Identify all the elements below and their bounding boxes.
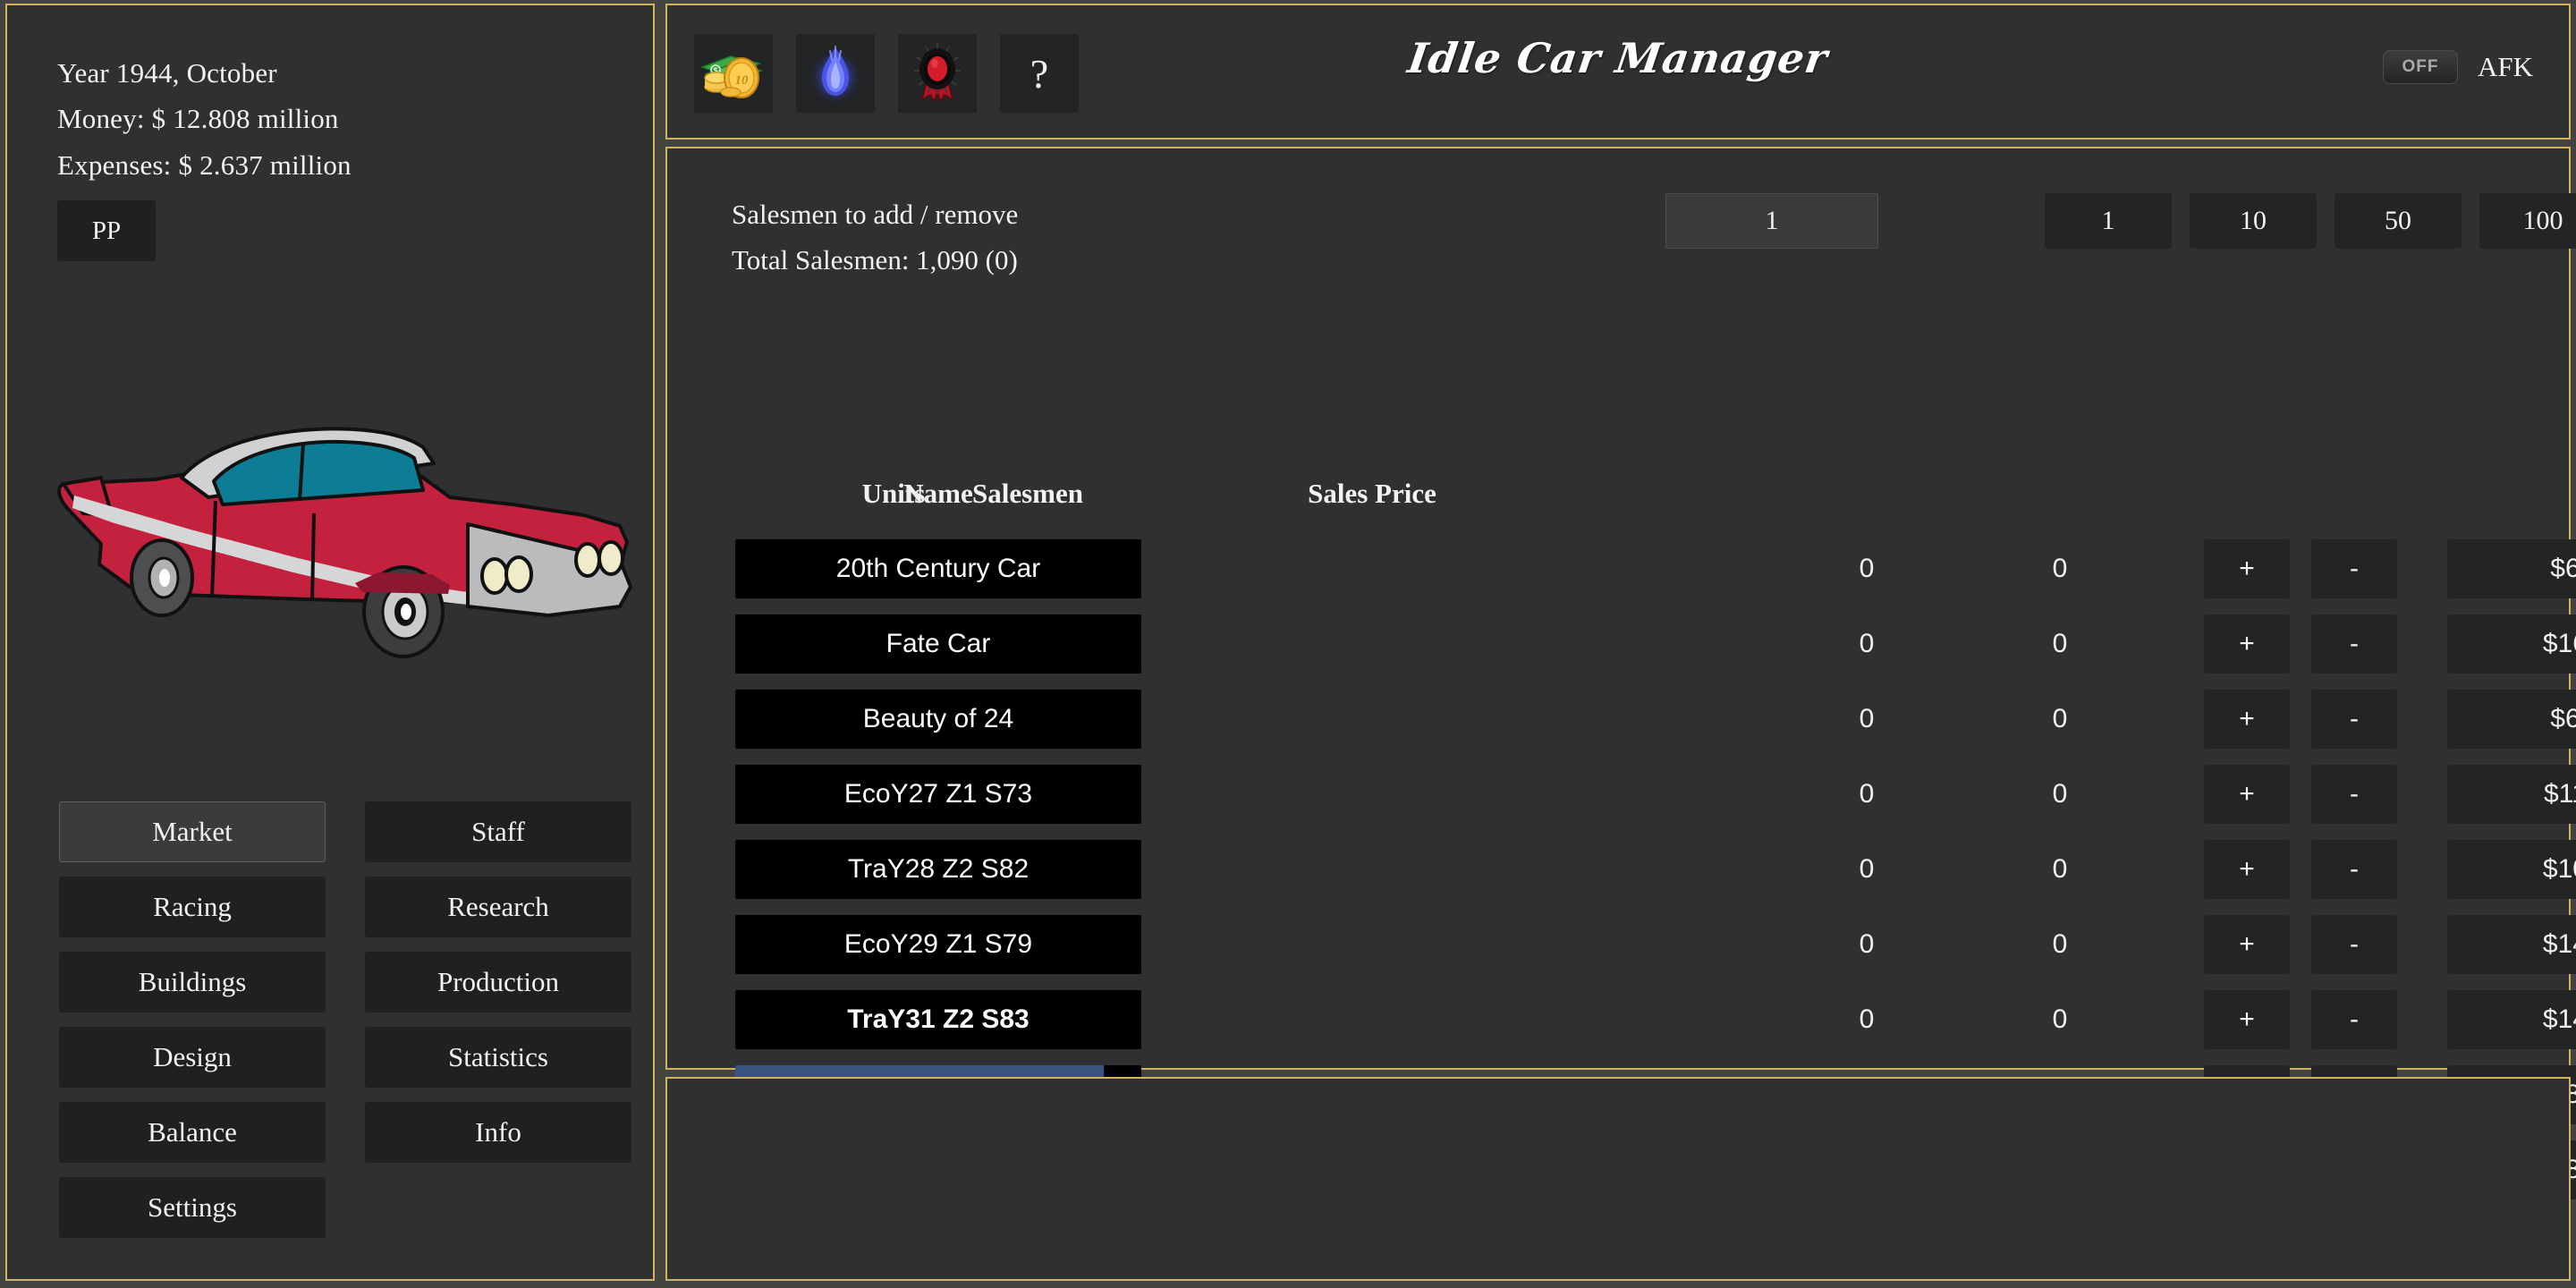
salesmen-value: 0 [2052, 554, 2068, 583]
sales-price-button[interactable]: $16,310.19 [2447, 614, 2576, 674]
model-name-label: EcoY27 Z1 S73 [843, 779, 1033, 809]
model-name-button[interactable]: EcoY29 Z1 S79 [735, 915, 1141, 974]
salesmen-add-remove-label: Salesmen to add / remove [732, 199, 1019, 230]
table-row: 20th Century Car00+-$6,000.00AdsInfo [667, 531, 2576, 606]
quick-amount-1[interactable]: 1 [2045, 193, 2172, 249]
header-bar: $ 10 ? Idle Car Manager OFF AFK [665, 4, 2571, 140]
units-value: 0 [1859, 929, 1875, 959]
afk-toggle[interactable]: OFF [2382, 50, 2458, 84]
status-block: Year 1944, October Money: $ 12.808 milli… [7, 5, 653, 188]
add-salesmen-button[interactable]: + [2204, 765, 2290, 824]
remove-salesmen-button[interactable]: - [2311, 915, 2397, 974]
units-value: 0 [1859, 704, 1875, 733]
remove-salesmen-button[interactable]: - [2311, 765, 2397, 824]
table-header-row: Name Units Salesmen Sales Price [667, 478, 2569, 519]
add-salesmen-button[interactable]: + [2204, 840, 2290, 899]
sales-price-button[interactable]: $6,000.00 [2447, 539, 2576, 598]
model-name-button[interactable]: Beauty of 24 [735, 690, 1141, 749]
sales-price-button[interactable]: $6,330.49 [2447, 690, 2576, 749]
afk-label: AFK [2477, 51, 2533, 82]
afk-control-group: OFF AFK [2382, 50, 2533, 84]
page-title: Idle Car Manager [1404, 34, 1832, 82]
remove-salesmen-button[interactable]: - [2311, 539, 2397, 598]
model-name-label: Beauty of 24 [862, 704, 1014, 733]
add-salesmen-button[interactable]: + [2204, 915, 2290, 974]
salesmen-value: 0 [2052, 629, 2068, 658]
table-row: EcoY29 Z1 S7900+-$14,744.80AdsInfo [667, 907, 2576, 982]
menu-item-market[interactable]: Market [59, 801, 326, 862]
model-name-label: EcoY29 Z1 S79 [843, 929, 1033, 959]
model-name-button[interactable]: 20th Century Car [735, 539, 1141, 598]
column-header-salesmen: Salesmen [972, 478, 1083, 509]
sales-price-button[interactable]: $10,441.48 [2447, 840, 2576, 899]
model-name-label: Fate Car [886, 629, 991, 658]
menu-item-settings[interactable]: Settings [59, 1177, 326, 1238]
quick-amount-10[interactable]: 10 [2190, 193, 2317, 249]
quick-amount-100[interactable]: 100 [2479, 193, 2576, 249]
salesmen-value: 0 [2052, 779, 2068, 809]
menu-item-design[interactable]: Design [59, 1027, 326, 1088]
table-row: TraY28 Z2 S8200+-$10,441.48AdsInfo [667, 832, 2576, 907]
sales-price-button[interactable]: $14,744.80 [2447, 915, 2576, 974]
model-name-button[interactable]: EcoY27 Z1 S73 [735, 765, 1141, 824]
add-salesmen-button[interactable]: + [2204, 690, 2290, 749]
add-salesmen-button[interactable]: + [2204, 990, 2290, 1049]
units-value: 0 [1859, 854, 1875, 884]
menu-item-research[interactable]: Research [365, 877, 631, 937]
sales-price-button[interactable]: $14,507.41 [2447, 990, 2576, 1049]
units-value: 0 [1859, 1004, 1875, 1034]
menu-item-info[interactable]: Info [365, 1102, 631, 1163]
remove-salesmen-button[interactable]: - [2311, 690, 2397, 749]
market-panel: Salesmen to add / remove Total Salesmen:… [665, 147, 2576, 1199]
menu-item-statistics[interactable]: Statistics [365, 1027, 631, 1088]
left-sidebar-panel: Year 1944, October Money: $ 12.808 milli… [5, 4, 655, 1281]
table-row: EcoY27 Z1 S7300+-$11,290.00AdsInfo [667, 757, 2576, 832]
table-row: Fate Car00+-$16,310.19AdsInfo [667, 606, 2576, 682]
menu-item-staff[interactable]: Staff [365, 801, 631, 862]
menu-item-racing[interactable]: Racing [59, 877, 326, 937]
game-window: Year 1944, October Money: $ 12.808 milli… [0, 0, 2576, 1288]
salesmen-controls-labels: Salesmen to add / remove Total Salesmen:… [732, 191, 1018, 284]
total-salesmen-label: Total Salesmen: 1,090 (0) [732, 244, 1018, 276]
table-row: Beauty of 2400+-$6,330.49AdsInfo [667, 682, 2576, 757]
remove-salesmen-button[interactable]: - [2311, 990, 2397, 1049]
bottom-log-panel [665, 1077, 2571, 1281]
pp-button[interactable]: PP [57, 200, 156, 261]
salesmen-amount-input[interactable] [1665, 193, 1878, 249]
menu-item-balance[interactable]: Balance [59, 1102, 326, 1163]
model-name-label: 20th Century Car [835, 554, 1041, 583]
units-value: 0 [1859, 779, 1875, 809]
model-name-label: TraY28 Z2 S82 [847, 854, 1030, 884]
menu-item-buildings[interactable]: Buildings [59, 952, 326, 1013]
quick-amount-buttons: 1 10 50 100 500 MAX [2045, 193, 2576, 249]
model-name-button[interactable]: TraY31 Z2 S83 [735, 990, 1141, 1049]
model-name-label: TraY31 Z2 S83 [847, 1004, 1030, 1034]
column-header-price: Sales Price [1308, 478, 1436, 509]
table-row: TraY31 Z2 S8300+-$14,507.41AdsInfo [667, 982, 2576, 1057]
units-value: 0 [1859, 629, 1875, 658]
sales-price-button[interactable]: $11,290.00 [2447, 765, 2576, 824]
salesmen-value: 0 [2052, 1004, 2068, 1034]
menu-item-production[interactable]: Production [365, 952, 631, 1013]
main-menu: Market Staff Racing Research Buildings P… [59, 801, 631, 1238]
salesmen-value: 0 [2052, 929, 2068, 959]
quick-amount-50[interactable]: 50 [2334, 193, 2462, 249]
salesmen-value: 0 [2052, 704, 2068, 733]
remove-salesmen-button[interactable]: - [2311, 614, 2397, 674]
add-salesmen-button[interactable]: + [2204, 614, 2290, 674]
expenses-line: Expenses: $ 2.637 million [57, 148, 352, 181]
model-name-button[interactable]: Fate Car [735, 614, 1141, 674]
add-salesmen-button[interactable]: + [2204, 539, 2290, 598]
column-header-units: Units [861, 478, 926, 509]
year-line: Year 1944, October [57, 57, 277, 89]
salesmen-value: 0 [2052, 854, 2068, 884]
afk-toggle-state: OFF [2402, 57, 2439, 76]
car-illustration [57, 427, 632, 658]
money-line: Money: $ 12.808 million [57, 103, 339, 135]
model-name-button[interactable]: TraY28 Z2 S82 [735, 840, 1141, 899]
remove-salesmen-button[interactable]: - [2311, 840, 2397, 899]
units-value: 0 [1859, 554, 1875, 583]
